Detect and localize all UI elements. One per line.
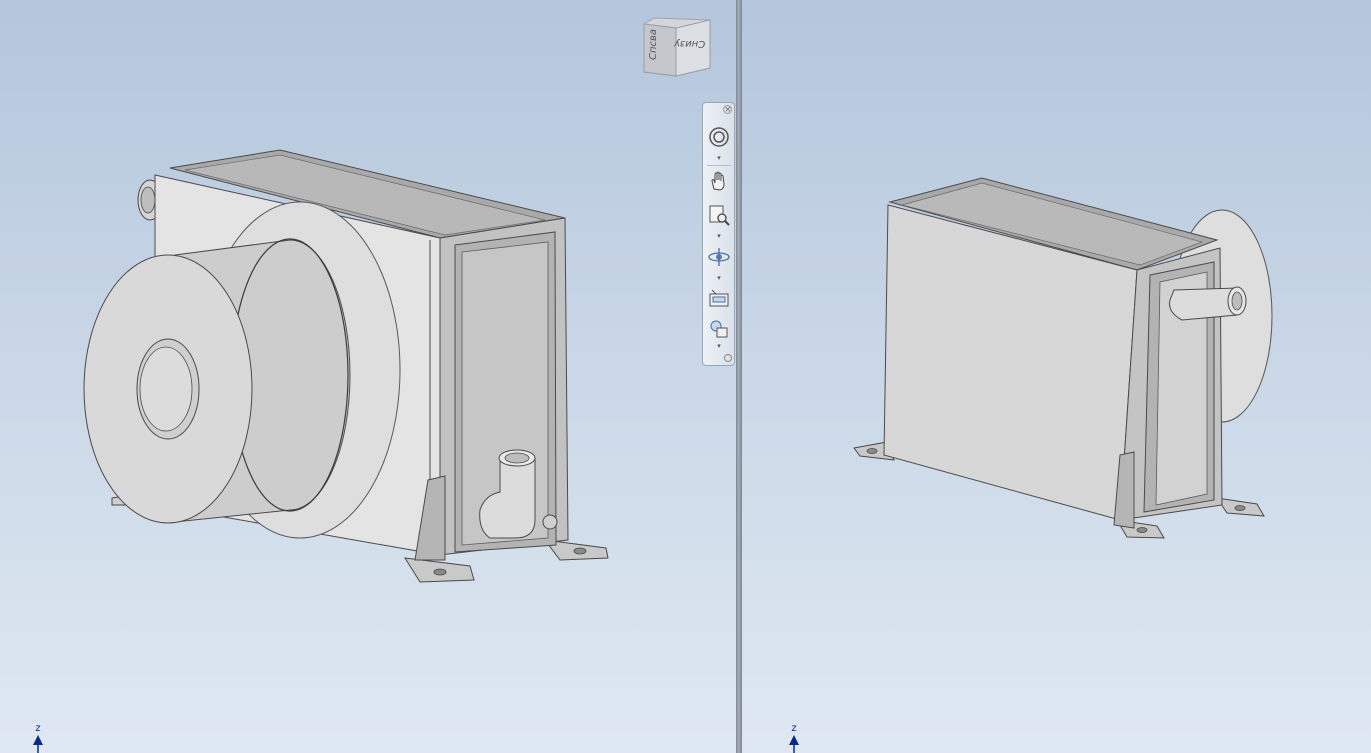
view-cube-bottom-label[interactable]: Снизу	[674, 38, 705, 49]
navbar-close-button[interactable]: ×	[723, 105, 732, 115]
coordinate-triad-left: z	[32, 723, 52, 753]
zoom-icon[interactable]	[707, 203, 731, 227]
triad-arrow-icon	[789, 735, 799, 753]
navbar-separator	[707, 165, 731, 166]
view-cube-front-label[interactable]: Спсва	[648, 29, 659, 60]
coordinate-triad-right: z	[788, 723, 808, 753]
viewport-right[interactable]: z	[742, 0, 1371, 753]
view-face-icon[interactable]	[707, 317, 731, 341]
look-at-icon[interactable]	[707, 287, 731, 311]
view-face-dropdown[interactable]: ▾	[715, 343, 723, 350]
viewport-left[interactable]: Спсва Снизу × ▾ ▾ ▾ ▾ z	[0, 0, 736, 753]
navbar-settings-icon[interactable]	[724, 354, 732, 362]
zoom-dropdown[interactable]: ▾	[715, 233, 723, 240]
steering-wheel-dropdown[interactable]: ▾	[715, 155, 723, 162]
triad-arrow-icon	[33, 735, 43, 753]
heater-model-rear-view[interactable]	[742, 0, 1371, 753]
steering-wheel-icon[interactable]	[707, 125, 731, 149]
heater-model-front-view[interactable]	[0, 0, 736, 753]
pan-icon[interactable]	[707, 169, 731, 193]
navigation-bar: × ▾ ▾ ▾ ▾	[702, 102, 735, 366]
orbit-dropdown[interactable]: ▾	[715, 275, 723, 282]
view-cube[interactable]: Спсва Снизу	[640, 16, 712, 80]
orbit-icon[interactable]	[707, 245, 731, 269]
